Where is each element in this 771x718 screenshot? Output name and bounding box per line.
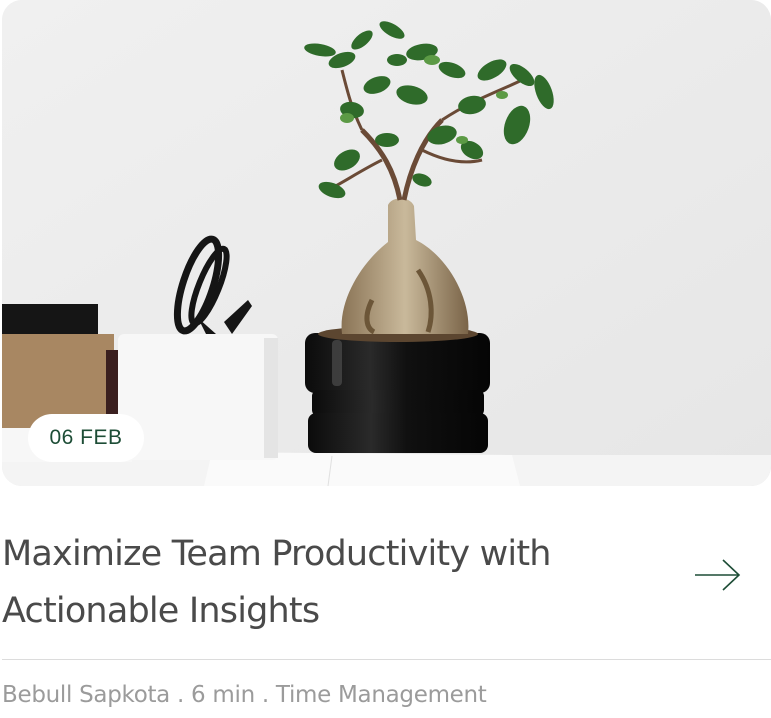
meta-separator: . xyxy=(169,682,192,708)
author-name[interactable]: Bebull Sapkota xyxy=(2,682,170,708)
date-badge: 06 FEB xyxy=(28,414,144,462)
divider xyxy=(2,659,771,660)
category-label[interactable]: Time Management xyxy=(276,682,487,708)
arrow-right-icon xyxy=(695,559,741,591)
post-meta: Bebull Sapkota . 6 min . Time Management xyxy=(2,682,487,708)
post-title[interactable]: Maximize Team Productivity with Actionab… xyxy=(2,526,642,640)
read-more-button[interactable] xyxy=(690,555,746,595)
blog-card[interactable]: 06 FEB Maximize Team Productivity with A… xyxy=(0,0,771,718)
meta-separator: . xyxy=(254,682,276,708)
card-image[interactable]: 06 FEB xyxy=(2,0,771,486)
read-time: 6 min xyxy=(191,682,255,708)
